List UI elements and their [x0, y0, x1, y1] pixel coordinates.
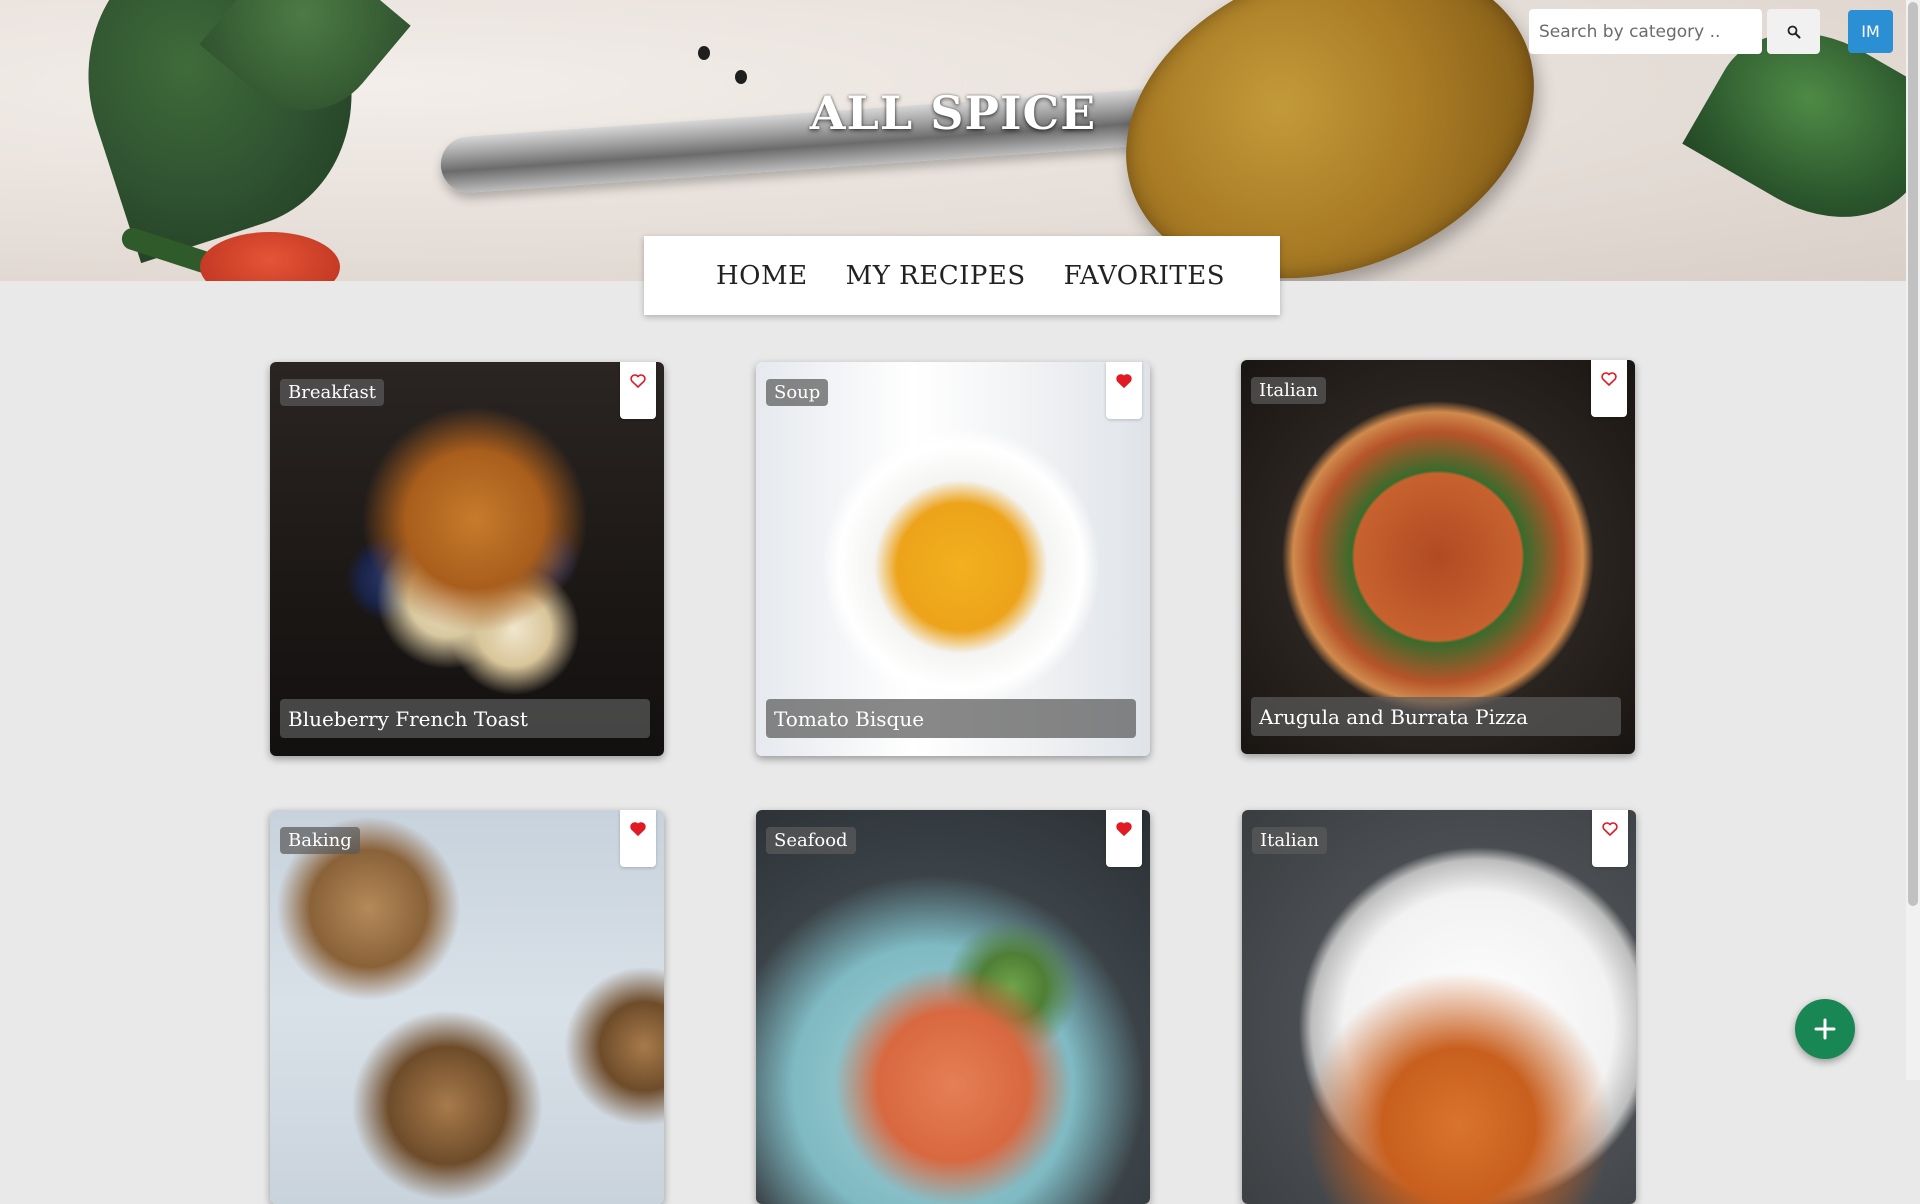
recipe-photo	[756, 362, 1150, 756]
user-avatar[interactable]: IM	[1848, 10, 1893, 53]
site-title: ALL SPICE	[809, 86, 1097, 140]
recipe-photo	[270, 810, 664, 1204]
category-badge: Soup	[766, 379, 829, 406]
scrollbar-thumb[interactable]	[1908, 2, 1918, 906]
heart-filled-icon	[1116, 822, 1132, 836]
category-badge: Italian	[1251, 377, 1326, 404]
category-badge: Baking	[280, 827, 360, 854]
category-badge: Italian	[1252, 827, 1327, 854]
recipe-photo	[756, 810, 1150, 1204]
seed-decoration	[735, 70, 747, 84]
recipe-title: Tomato Bisque	[766, 699, 1136, 738]
recipe-card[interactable]: Italian	[1242, 810, 1636, 1204]
plus-icon	[1814, 1018, 1836, 1040]
pepper-decoration	[200, 232, 340, 281]
nav-my-recipes-link[interactable]: MY RECIPES	[846, 261, 1026, 291]
add-recipe-button[interactable]	[1795, 999, 1855, 1059]
category-badge: Seafood	[766, 827, 856, 854]
favorite-button[interactable]	[1106, 810, 1142, 867]
nav-home-link[interactable]: HOME	[716, 261, 808, 291]
favorite-button[interactable]	[1592, 810, 1628, 867]
favorite-button[interactable]	[1591, 360, 1627, 417]
heart-outline-icon	[630, 374, 646, 388]
search-button[interactable]	[1767, 9, 1820, 54]
search-input[interactable]	[1529, 9, 1762, 54]
recipe-photo	[1241, 360, 1635, 754]
recipe-card[interactable]: Italian Arugula and Burrata Pizza	[1241, 360, 1635, 754]
recipe-card[interactable]: Breakfast Blueberry French Toast	[270, 362, 664, 756]
heart-filled-icon	[630, 822, 646, 836]
recipe-title: Blueberry French Toast	[280, 699, 650, 738]
favorite-button[interactable]	[620, 810, 656, 867]
recipe-photo	[1242, 810, 1636, 1204]
search-icon	[1787, 25, 1800, 38]
favorite-button[interactable]	[620, 362, 656, 419]
main-nav: HOME MY RECIPES FAVORITES	[644, 236, 1280, 315]
heart-outline-icon	[1601, 372, 1617, 386]
category-badge: Breakfast	[280, 379, 384, 406]
favorite-button[interactable]	[1106, 362, 1142, 419]
seed-decoration	[698, 46, 710, 60]
recipe-photo	[270, 362, 664, 756]
recipe-card[interactable]: Soup Tomato Bisque	[756, 362, 1150, 756]
recipe-title: Arugula and Burrata Pizza	[1251, 697, 1621, 736]
recipe-card[interactable]: Baking	[270, 810, 664, 1204]
heart-outline-icon	[1602, 822, 1618, 836]
heart-filled-icon	[1116, 374, 1132, 388]
recipe-card[interactable]: Seafood	[756, 810, 1150, 1204]
nav-favorites-link[interactable]: FAVORITES	[1064, 261, 1225, 291]
